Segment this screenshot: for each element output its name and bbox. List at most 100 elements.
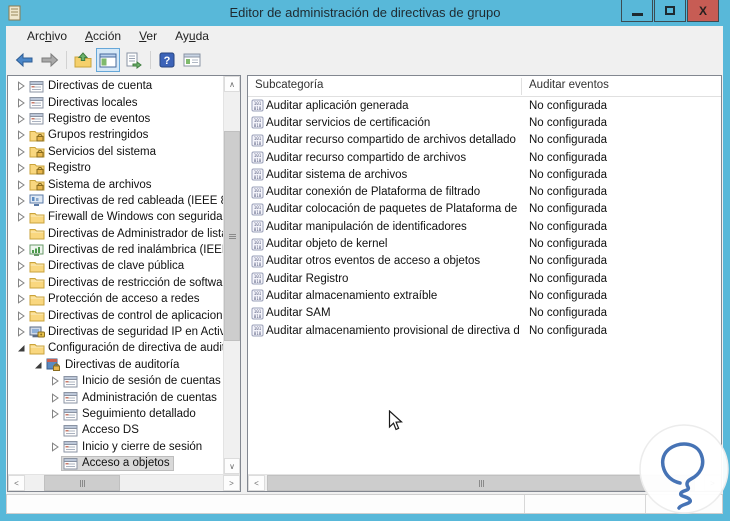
tree-item[interactable]: Acceso DS — [8, 422, 223, 438]
tree-item[interactable]: Grupos restringidos — [8, 127, 223, 143]
tree-item-content[interactable]: Inicio y cierre de sesión — [61, 439, 206, 454]
tree-item-content[interactable]: Protección de acceso a redes — [27, 292, 204, 307]
expander-collapsed-icon[interactable] — [14, 260, 27, 272]
tree-item-content[interactable]: Directivas de seguridad IP en Active — [27, 325, 223, 340]
export-list-button[interactable] — [121, 48, 145, 72]
menu-archivo[interactable]: Archivo — [18, 26, 76, 46]
scroll-left-button[interactable]: < — [8, 475, 25, 491]
scroll-left-button[interactable]: < — [248, 475, 265, 491]
console-window-button[interactable] — [180, 48, 204, 72]
expander-collapsed-icon[interactable] — [14, 310, 27, 322]
tree-item[interactable]: Protección de acceso a redes — [8, 291, 223, 307]
tree-item[interactable]: Directivas de red cableada (IEEE 802. — [8, 193, 223, 209]
title-bar[interactable]: Editor de administración de directivas d… — [0, 0, 730, 26]
expander-collapsed-icon[interactable] — [14, 277, 27, 289]
menu-ver[interactable]: Ver — [130, 26, 166, 46]
expander-collapsed-icon[interactable] — [48, 375, 61, 387]
tree-item-content[interactable]: Directivas de red cableada (IEEE 802. — [27, 193, 223, 208]
tree-item[interactable]: Directivas de clave pública — [8, 258, 223, 274]
list-row[interactable]: 101 010 Auditar conexión de Plataforma de … — [248, 183, 721, 200]
expander-collapsed-icon[interactable] — [14, 80, 27, 92]
expander-collapsed-icon[interactable] — [14, 293, 27, 305]
tree-item[interactable]: Firewall de Windows con seguridad — [8, 209, 223, 225]
tree-item-content[interactable]: Registro — [27, 161, 95, 176]
forward-button[interactable] — [37, 48, 61, 72]
tree-item[interactable]: Seguimiento detallado — [8, 406, 223, 422]
tree-item[interactable]: Administración de cuentas — [8, 389, 223, 405]
tree-item-content[interactable]: Directivas de Administrador de listas — [27, 226, 223, 241]
tree-item-content[interactable]: Acceso DS — [61, 423, 143, 438]
list-row[interactable]: 101 010 Auditar SAM No configurada — [248, 305, 721, 322]
maximize-button[interactable] — [654, 0, 686, 22]
expander-collapsed-icon[interactable] — [14, 146, 27, 158]
tree-item-selected[interactable]: Acceso a objetos — [61, 455, 174, 471]
tree-item-content[interactable]: Directivas locales — [27, 95, 141, 110]
tree-item-content[interactable]: Firewall de Windows con seguridad — [27, 210, 223, 225]
tree-item-content[interactable]: Administración de cuentas — [61, 390, 221, 405]
horizontal-scroll-thumb[interactable] — [267, 475, 695, 491]
tree-item[interactable]: Configuración de directiva de audito — [8, 340, 223, 356]
list-row[interactable]: 101 010 Auditar almacenamiento provisional… — [248, 322, 721, 339]
tree-item[interactable]: Directivas de control de aplicaciones — [8, 307, 223, 323]
tree-item-content[interactable]: Directivas de control de aplicaciones — [27, 308, 223, 323]
tree-item-content[interactable]: Inicio de sesión de cuentas — [61, 374, 223, 389]
tree-item[interactable]: Directivas de cuenta — [8, 78, 223, 94]
scroll-down-button[interactable]: ∨ — [224, 458, 240, 474]
tree-item[interactable]: Directivas de restricción de software — [8, 275, 223, 291]
expander-expanded-icon[interactable] — [14, 342, 27, 354]
tree-vertical-scrollbar[interactable]: ∧ ∨ — [223, 76, 240, 474]
tree-item-content[interactable]: Configuración de directiva de audito — [27, 341, 223, 356]
tree-item[interactable]: Inicio y cierre de sesión — [8, 439, 223, 455]
list-row[interactable]: 101 010 Auditar colocación de paquetes de … — [248, 201, 721, 218]
column-header-auditar-eventos[interactable]: Auditar eventos — [529, 79, 609, 91]
horizontal-scroll-thumb[interactable] — [44, 475, 120, 491]
column-divider[interactable] — [521, 78, 522, 95]
tree-item[interactable]: Directivas locales — [8, 94, 223, 110]
tree-item-content[interactable]: Servicios del sistema — [27, 144, 160, 159]
list-row[interactable]: 101 010 Auditar otros eventos de acceso a … — [248, 253, 721, 270]
tree-item[interactable]: Inicio de sesión de cuentas — [8, 373, 223, 389]
list-row[interactable]: 101 010 Auditar Registro No configurada — [248, 270, 721, 287]
tree-item-content[interactable]: Directivas de auditoría — [44, 357, 183, 372]
tree-item-content[interactable]: Registro de eventos — [27, 111, 154, 126]
menu-accion[interactable]: Acción — [76, 26, 130, 46]
up-one-level-button[interactable] — [71, 48, 95, 72]
expander-collapsed-icon[interactable] — [14, 211, 27, 223]
tree-item-content[interactable]: Grupos restringidos — [27, 128, 152, 143]
back-button[interactable] — [12, 48, 36, 72]
list-row[interactable]: 101 010 Auditar recurso compartido de arch… — [248, 132, 721, 149]
column-header-subcategoria[interactable]: Subcategoría — [255, 79, 323, 91]
tree-horizontal-scrollbar[interactable]: < > — [8, 474, 240, 491]
expander-collapsed-icon[interactable] — [48, 392, 61, 404]
tree-item-content[interactable]: Seguimiento detallado — [61, 407, 200, 422]
expander-collapsed-icon[interactable] — [48, 408, 61, 420]
show-console-tree-button[interactable] — [96, 48, 120, 72]
tree-item-content[interactable]: Directivas de red inalámbrica (IEEE 8 — [27, 243, 223, 258]
tree-item-content[interactable]: Sistema de archivos — [27, 177, 156, 192]
expander-collapsed-icon[interactable] — [14, 97, 27, 109]
list-row[interactable]: 101 010 Auditar aplicación generada No conf… — [248, 97, 721, 114]
tree-item[interactable]: Directivas de seguridad IP en Active — [8, 324, 223, 340]
help-button[interactable]: ? — [155, 48, 179, 72]
list-row[interactable]: 101 010 Auditar objeto de kernel No configu… — [248, 235, 721, 252]
expander-collapsed-icon[interactable] — [14, 179, 27, 191]
scroll-up-button[interactable]: ∧ — [224, 76, 240, 92]
tree-item-content[interactable]: Directivas de cuenta — [27, 79, 156, 94]
expander-expanded-icon[interactable] — [31, 359, 44, 371]
close-button[interactable]: X — [687, 0, 719, 22]
tree-item[interactable]: Registro de eventos — [8, 111, 223, 127]
list-row[interactable]: 101 010 Auditar servicios de certificación… — [248, 114, 721, 131]
expander-collapsed-icon[interactable] — [14, 244, 27, 256]
expander-collapsed-icon[interactable] — [14, 129, 27, 141]
tree-item[interactable]: Servicios del sistema — [8, 144, 223, 160]
expander-collapsed-icon[interactable] — [48, 441, 61, 453]
tree-item[interactable]: Directivas de Administrador de listas — [8, 226, 223, 242]
list-row[interactable]: 101 010 Auditar recurso compartido de arch… — [248, 149, 721, 166]
list-row[interactable]: 101 010 Auditar manipulación de identifica… — [248, 218, 721, 235]
expander-collapsed-icon[interactable] — [14, 162, 27, 174]
list-row[interactable]: 101 010 Auditar sistema de archivos No conf… — [248, 166, 721, 183]
tree-item-content[interactable]: Directivas de clave pública — [27, 259, 188, 274]
scroll-right-button[interactable]: > — [223, 475, 240, 491]
tree-item[interactable]: Acceso a objetos — [8, 455, 223, 471]
tree-item[interactable]: Sistema de archivos — [8, 176, 223, 192]
